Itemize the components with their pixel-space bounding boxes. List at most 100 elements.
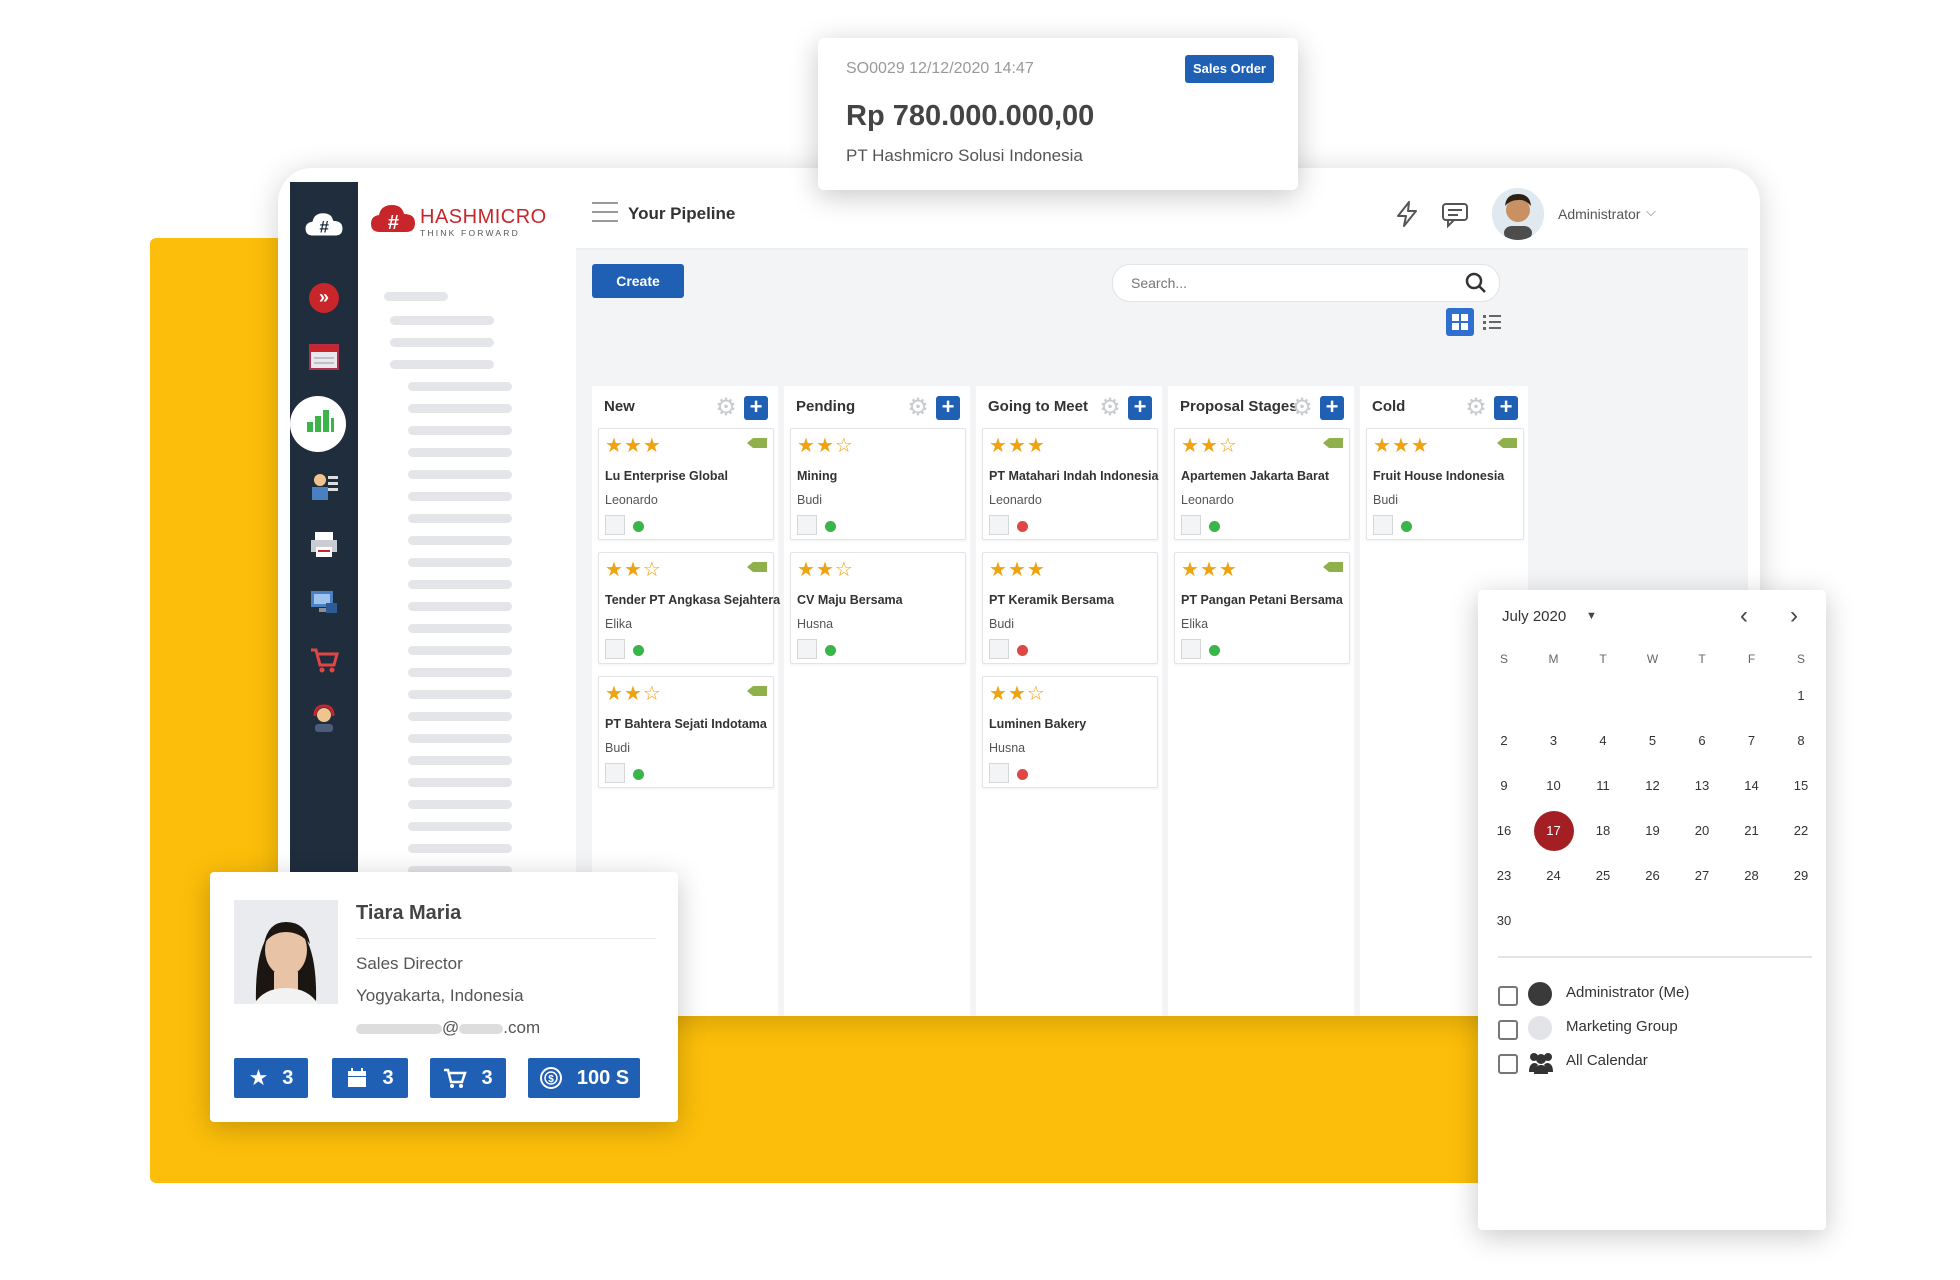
priority-stars[interactable]: ★★★ [1373,433,1430,458]
star-empty-icon[interactable]: ☆ [643,683,662,705]
opportunity-card[interactable]: ★★☆ Tender PT Angkasa Sejahtera Elika [598,552,780,664]
gear-icon[interactable]: ⚙ [1290,396,1314,420]
calendar-module-icon[interactable] [304,336,344,376]
calendar-day[interactable]: 3 [1534,729,1574,753]
opportunity-card[interactable]: ★★★ PT Pangan Petani Bersama Elika [1174,552,1350,664]
opportunity-card[interactable]: ★★★ Fruit House Indonesia Budi [1366,428,1524,540]
star-empty-icon[interactable]: ☆ [835,559,854,581]
orders-badge[interactable]: 3 [430,1058,506,1098]
calendar-day-selected[interactable]: 17 [1533,811,1574,851]
status-dot[interactable] [825,645,836,656]
calendar-day[interactable]: 30 [1484,909,1524,933]
expand-icon[interactable]: » [304,278,344,318]
calendar-day[interactable]: 5 [1633,729,1673,753]
add-card-button[interactable]: + [1320,396,1344,420]
create-button[interactable]: Create [592,264,684,298]
opportunity-card[interactable]: ★★★ Lu Enterprise Global Leonardo [598,428,774,540]
star-filled-icon[interactable]: ★ [1181,435,1200,457]
filter-checkbox-admin[interactable] [1498,986,1518,1006]
add-card-button[interactable]: + [936,396,960,420]
star-filled-icon[interactable]: ★ [1008,683,1027,705]
stars-badge[interactable]: ★ 3 [234,1058,308,1098]
status-dot[interactable] [1017,645,1028,656]
calendar-day[interactable]: 22 [1781,819,1821,843]
status-dot[interactable] [1209,521,1220,532]
calendar-day[interactable]: 16 [1484,819,1524,843]
status-dot[interactable] [1401,521,1412,532]
star-empty-icon[interactable]: ☆ [1219,435,1238,457]
calendar-day[interactable]: 23 [1484,864,1524,888]
calendar-day[interactable]: 12 [1633,774,1673,798]
add-card-button[interactable]: + [1494,396,1518,420]
star-filled-icon[interactable]: ★ [816,559,835,581]
hashmicro-logo[interactable]: # HASHMICRO THINK FORWARD [370,200,546,241]
calendar-day[interactable]: 14 [1732,774,1772,798]
star-filled-icon[interactable]: ★ [624,559,643,581]
calendar-day[interactable]: 2 [1484,729,1524,753]
priority-stars[interactable]: ★★☆ [605,557,662,582]
lightning-icon[interactable] [1394,200,1420,233]
priority-stars[interactable]: ★★★ [989,433,1046,458]
status-dot[interactable] [633,645,644,656]
calendar-day[interactable]: 27 [1682,864,1722,888]
star-filled-icon[interactable]: ★ [1200,435,1219,457]
opportunity-card[interactable]: ★★☆ PT Bahtera Sejati Indotama Budi [598,676,774,788]
admin-avatar[interactable] [1492,188,1544,240]
opportunity-card[interactable]: ★★★ PT Keramik Bersama Budi [982,552,1158,664]
star-filled-icon[interactable]: ★ [1008,559,1027,581]
add-card-button[interactable]: + [1128,396,1152,420]
star-filled-icon[interactable]: ★ [1392,435,1411,457]
calendar-day[interactable]: 11 [1583,774,1623,798]
filter-checkbox-marketing[interactable] [1498,1020,1518,1040]
calendar-day[interactable]: 24 [1534,864,1574,888]
points-badge[interactable]: $100 S [528,1058,640,1098]
calendar-day[interactable]: 21 [1732,819,1772,843]
calendar-day[interactable]: 18 [1583,819,1623,843]
search-icon[interactable] [1465,272,1487,294]
gear-icon[interactable]: ⚙ [1098,396,1122,420]
priority-stars[interactable]: ★★★ [1181,557,1238,582]
star-filled-icon[interactable]: ★ [1181,559,1200,581]
calendar-day[interactable]: 1 [1781,684,1821,708]
star-empty-icon[interactable]: ☆ [1027,683,1046,705]
user-name[interactable]: Administrator [1558,206,1640,222]
sales-order-card[interactable]: SO0029 12/12/2020 14:47 Sales Order Rp 7… [818,38,1298,190]
priority-stars[interactable]: ★★☆ [797,433,854,458]
star-filled-icon[interactable]: ★ [1411,435,1430,457]
priority-stars[interactable]: ★★☆ [1181,433,1238,458]
prev-month-icon[interactable]: ‹ [1740,602,1748,630]
gear-icon[interactable]: ⚙ [714,396,738,420]
status-dot[interactable] [1017,521,1028,532]
printer-icon[interactable] [304,524,344,564]
calendar-day[interactable]: 15 [1781,774,1821,798]
star-filled-icon[interactable]: ★ [797,559,816,581]
star-filled-icon[interactable]: ★ [624,683,643,705]
calendar-day[interactable]: 7 [1732,729,1772,753]
month-dropdown-icon[interactable]: ▼ [1586,610,1597,622]
computer-icon[interactable] [304,582,344,622]
search-box[interactable] [1112,264,1500,302]
calendar-month[interactable]: July 2020 [1502,608,1566,625]
priority-stars[interactable]: ★★★ [605,433,662,458]
chat-icon[interactable] [1440,200,1470,233]
status-dot[interactable] [633,769,644,780]
star-filled-icon[interactable]: ★ [605,683,624,705]
opportunity-card[interactable]: ★★☆ CV Maju Bersama Husna [790,552,966,664]
filter-checkbox-all[interactable] [1498,1054,1518,1074]
cloud-logo-icon[interactable]: # [304,204,344,244]
search-input[interactable] [1129,271,1433,295]
opportunity-card[interactable]: ★★★ PT Matahari Indah Indonesia Leonardo [982,428,1158,540]
star-filled-icon[interactable]: ★ [1373,435,1392,457]
calendar-day[interactable]: 4 [1583,729,1623,753]
priority-stars[interactable]: ★★☆ [989,681,1046,706]
calendar-day[interactable]: 8 [1781,729,1821,753]
employee-icon[interactable] [304,466,344,506]
calendar-day[interactable]: 9 [1484,774,1524,798]
star-filled-icon[interactable]: ★ [1008,435,1027,457]
calendar-day[interactable]: 28 [1732,864,1772,888]
status-dot[interactable] [1017,769,1028,780]
star-filled-icon[interactable]: ★ [989,683,1008,705]
star-filled-icon[interactable]: ★ [643,435,662,457]
opportunity-card[interactable]: ★★☆ Mining Budi [790,428,966,540]
calendar-day[interactable]: 6 [1682,729,1722,753]
